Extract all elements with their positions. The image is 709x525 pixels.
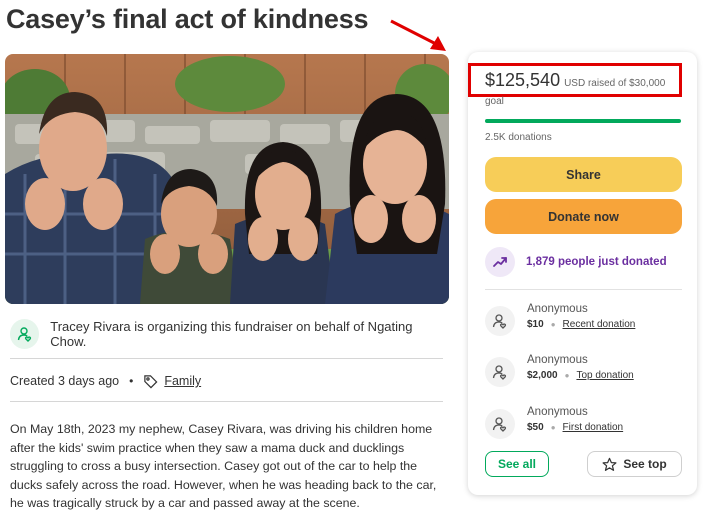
page-title: Casey’s final act of kindness xyxy=(6,4,369,34)
created-date: Created 3 days ago xyxy=(10,374,120,388)
person-heart-icon xyxy=(485,357,515,387)
donor-tag-link[interactable]: Recent donation xyxy=(563,319,636,330)
divider xyxy=(485,289,682,290)
separator-dot: ● xyxy=(564,371,570,380)
person-heart-icon xyxy=(10,319,40,349)
donor-name: Anonymous xyxy=(527,406,588,418)
category-link[interactable]: Family xyxy=(164,374,201,388)
donor-tag-link[interactable]: Top donation xyxy=(576,370,633,381)
donor-amount: $10 xyxy=(527,319,544,330)
person-heart-icon xyxy=(485,409,515,439)
donor-item: Anonymous $2,000 ● Top donation xyxy=(485,354,634,387)
divider xyxy=(10,358,443,359)
see-all-button[interactable]: See all xyxy=(485,451,549,477)
recent-activity: 1,879 people just donated xyxy=(485,247,667,277)
star-icon xyxy=(602,457,617,471)
progress-bar xyxy=(485,119,681,123)
amount-raised: $125,540 USD raised of $30,000 xyxy=(485,70,665,91)
donation-count: 2.5K donations xyxy=(485,132,552,143)
amount-value: $125,540 xyxy=(485,70,561,90)
recent-activity-text: 1,879 people just donated xyxy=(526,256,667,268)
donor-amount: $50 xyxy=(527,422,544,433)
organizer-row: Tracey Rivara is organizing this fundrai… xyxy=(10,316,442,352)
fundraiser-photo xyxy=(5,54,449,304)
separator-dot: ● xyxy=(550,423,556,432)
divider xyxy=(10,401,443,402)
trending-up-icon xyxy=(485,247,515,277)
donor-name: Anonymous xyxy=(527,303,588,315)
share-button[interactable]: Share xyxy=(485,157,682,192)
see-top-button[interactable]: See top xyxy=(587,451,682,477)
separator-dot: ● xyxy=(550,320,556,329)
amount-goal-text: USD raised of $30,000 xyxy=(564,78,666,89)
meta-separator: • xyxy=(129,374,134,388)
person-heart-icon xyxy=(485,306,515,336)
fundraiser-meta: Created 3 days ago • Family xyxy=(10,372,201,390)
organizer-text: Tracey Rivara is organizing this fundrai… xyxy=(50,319,413,349)
story-text: On May 18th, 2023 my nephew, Casey Rivar… xyxy=(10,422,437,510)
tag-icon xyxy=(143,374,158,389)
see-top-label: See top xyxy=(623,457,667,471)
donor-amount: $2,000 xyxy=(527,370,558,381)
donor-item: Anonymous $50 ● First donation xyxy=(485,406,623,439)
donate-now-button[interactable]: Donate now xyxy=(485,199,682,234)
donor-tag-link[interactable]: First donation xyxy=(563,422,624,433)
progress-fill xyxy=(485,119,681,123)
donor-item: Anonymous $10 ● Recent donation xyxy=(485,303,635,336)
donor-name: Anonymous xyxy=(527,354,588,366)
goal-label: goal xyxy=(485,96,504,107)
annotation-arrow xyxy=(390,19,446,51)
